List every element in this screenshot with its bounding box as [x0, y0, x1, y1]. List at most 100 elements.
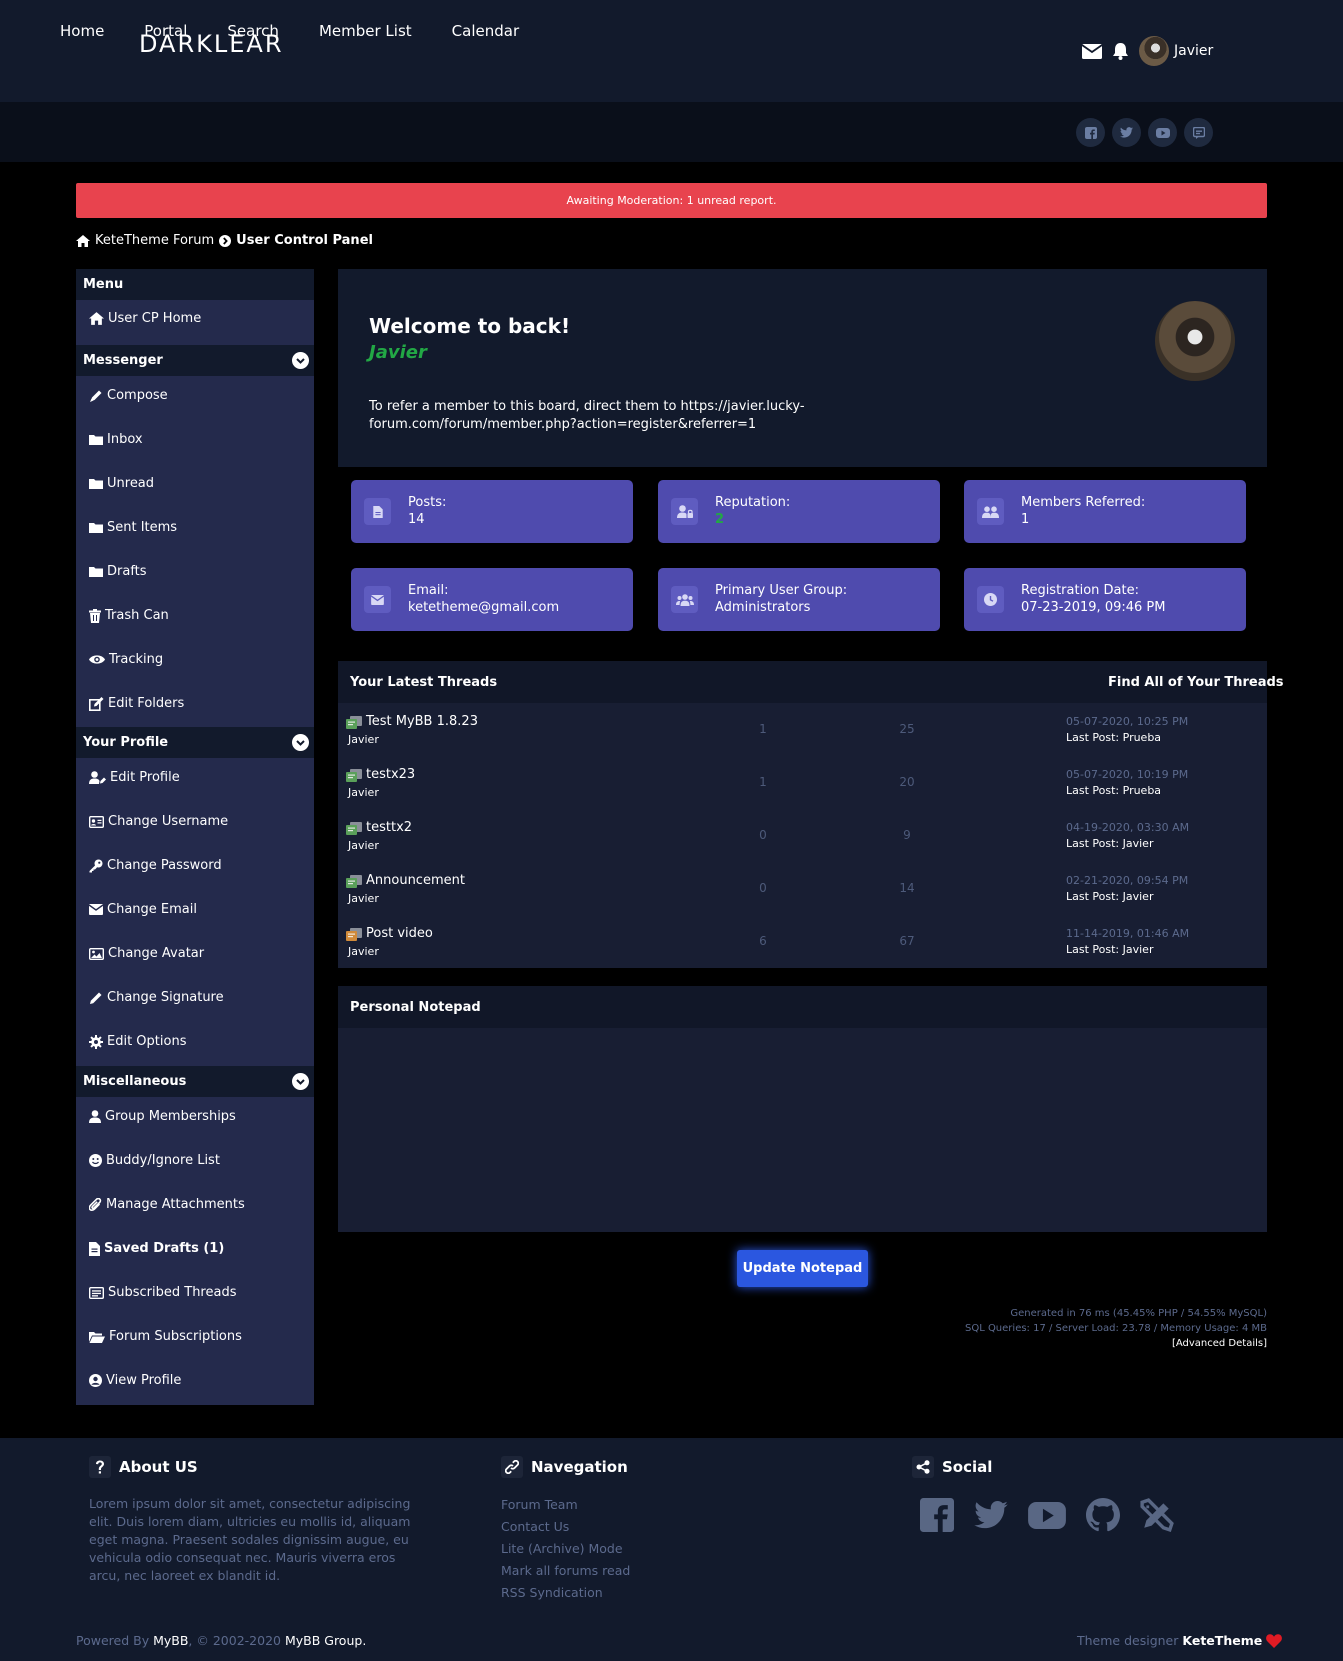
thread-subject-link[interactable]: Test MyBB 1.8.23 [366, 714, 478, 729]
nav-home[interactable]: Home [60, 22, 104, 40]
nav-search[interactable]: Search [227, 22, 279, 40]
thread-replies[interactable]: 1 [738, 775, 788, 789]
thread-hot-status-icon[interactable] [346, 928, 362, 942]
advanced-details-link[interactable]: Advanced Details [1176, 1338, 1263, 1349]
thread-subject-link[interactable]: testtx2 [366, 820, 412, 835]
chevron-down-icon[interactable] [292, 1073, 309, 1090]
sidebar-item-drafts[interactable]: Drafts [89, 564, 147, 579]
notepad-textarea[interactable] [338, 1028, 1267, 1232]
thread-lastpost-date[interactable]: 05-07-2020, 10:25 PM [1066, 715, 1188, 728]
sidebar-item-edit-profile[interactable]: Edit Profile [89, 770, 180, 785]
mybb-group-link[interactable]: MyBB Group. [285, 1633, 366, 1648]
sidebar-item-compose[interactable]: Compose [89, 388, 168, 403]
footer-link-rss[interactable]: RSS Syndication [501, 1585, 603, 1600]
thread-replies[interactable]: 0 [738, 881, 788, 895]
thread-lastpost-user[interactable]: Last Post: Prueba [1066, 784, 1161, 797]
profile-avatar[interactable] [1155, 301, 1235, 381]
chevron-down-icon[interactable] [292, 734, 309, 751]
thread-author-link[interactable]: Javier [348, 839, 379, 852]
thread-author-link[interactable]: Javier [348, 892, 379, 905]
thread-lastpost-date[interactable]: 02-21-2020, 09:54 PM [1066, 874, 1188, 887]
twitter-icon[interactable] [1112, 118, 1141, 147]
footer-link-lite-mode[interactable]: Lite (Archive) Mode [501, 1541, 623, 1556]
youtube-icon[interactable] [1148, 118, 1177, 147]
thread-subject-link[interactable]: Post video [366, 926, 433, 941]
thread-lastpost-user[interactable]: Last Post: Javier [1066, 890, 1153, 903]
find-all-threads-link[interactable]: Find All of Your Threads [1108, 675, 1284, 690]
sidebar-misc-header[interactable]: Miscellaneous [76, 1066, 314, 1097]
footer-link-contact-us[interactable]: Contact Us [501, 1519, 569, 1534]
sidebar-item-usercp-home[interactable]: User CP Home [89, 311, 201, 326]
footer-social-title: Social [942, 1458, 993, 1476]
sidebar-item-change-avatar[interactable]: Change Avatar [89, 946, 204, 961]
designer-link[interactable]: KeteTheme [1182, 1633, 1262, 1648]
sidebar-item-forum-subscriptions[interactable]: Forum Subscriptions [89, 1329, 242, 1344]
update-notepad-button[interactable]: Update Notepad [737, 1250, 868, 1287]
youtube-icon[interactable] [1028, 1501, 1066, 1529]
thread-replies[interactable]: 0 [738, 828, 788, 842]
thread-lastpost-user[interactable]: Last Post: Javier [1066, 837, 1153, 850]
thread-status-icon[interactable] [346, 716, 362, 730]
thread-lastpost-date[interactable]: 05-07-2020, 10:19 PM [1066, 768, 1188, 781]
thread-author-link[interactable]: Javier [348, 786, 379, 799]
sidebar-item-unread[interactable]: Unread [89, 476, 154, 491]
sidebar-item-change-username[interactable]: Change Username [89, 814, 228, 829]
thread-status-icon[interactable] [346, 875, 362, 889]
stat-card-registration-date: Registration Date: 07-23-2019, 09:46 PM [964, 568, 1246, 631]
sidebar-item-sent-items[interactable]: Sent Items [89, 520, 177, 535]
sidebar-item-label: Edit Options [107, 1034, 187, 1049]
thread-lastpost-user[interactable]: Last Post: Prueba [1066, 731, 1161, 744]
thread-lastpost-date[interactable]: 04-19-2020, 03:30 AM [1066, 821, 1189, 834]
sidebar-item-change-password[interactable]: Change Password [89, 858, 222, 873]
chat-icon[interactable] [1184, 118, 1213, 147]
stat-value[interactable]: 2 [715, 512, 724, 527]
moderation-alert[interactable]: Awaiting Moderation: 1 unread report. [76, 183, 1267, 218]
thread-subject-link[interactable]: testx23 [366, 767, 415, 782]
design-tools-icon[interactable] [1140, 1498, 1174, 1532]
sidebar-messenger-header[interactable]: Messenger [76, 345, 314, 376]
nav-member-list[interactable]: Member List [319, 22, 412, 40]
sidebar-item-trash-can[interactable]: Trash Can [89, 608, 169, 623]
mybb-link[interactable]: MyBB [153, 1633, 188, 1648]
facebook-icon[interactable] [1076, 118, 1105, 147]
footer-link-mark-read[interactable]: Mark all forums read [501, 1563, 630, 1578]
github-icon[interactable] [1086, 1498, 1120, 1532]
chevron-down-icon[interactable] [292, 352, 309, 369]
sidebar-item-edit-options[interactable]: Edit Options [89, 1034, 186, 1049]
welcome-username[interactable]: Javier [369, 342, 427, 363]
sidebar-profile-header[interactable]: Your Profile [76, 727, 314, 758]
mail-icon[interactable] [1082, 43, 1102, 59]
sidebar-item-inbox[interactable]: Inbox [89, 432, 143, 447]
thread-replies[interactable]: 6 [738, 934, 788, 948]
nav-calendar[interactable]: Calendar [452, 22, 519, 40]
thread-replies[interactable]: 1 [738, 722, 788, 736]
twitter-icon[interactable] [974, 1501, 1008, 1529]
thread-author-link[interactable]: Javier [348, 733, 379, 746]
thread-status-icon[interactable] [346, 769, 362, 783]
thread-subject-link[interactable]: Announcement [366, 873, 465, 888]
facebook-icon[interactable] [920, 1498, 954, 1532]
bell-icon[interactable] [1112, 42, 1129, 60]
nav-portal[interactable]: Portal [144, 22, 187, 40]
username-link[interactable]: Javier [1174, 43, 1213, 59]
avatar[interactable] [1139, 36, 1169, 66]
thread-lastpost-user[interactable]: Last Post: Javier [1066, 943, 1153, 956]
sidebar-item-buddy-ignore[interactable]: Buddy/Ignore List [89, 1153, 220, 1168]
thread-author-link[interactable]: Javier [348, 945, 379, 958]
sidebar-item-edit-folders[interactable]: Edit Folders [89, 696, 184, 711]
thread-status-icon[interactable] [346, 822, 362, 836]
sidebar-item-tracking[interactable]: Tracking [89, 652, 163, 667]
footer-link-forum-team[interactable]: Forum Team [501, 1497, 578, 1512]
sidebar-item-label: Tracking [109, 652, 164, 667]
link-icon [501, 1456, 523, 1478]
thread-lastpost-date[interactable]: 11-14-2019, 01:46 AM [1066, 927, 1189, 940]
sidebar-item-change-email[interactable]: Change Email [89, 902, 197, 917]
sidebar-item-manage-attachments[interactable]: Manage Attachments [89, 1197, 245, 1212]
sidebar-item-change-signature[interactable]: Change Signature [89, 990, 224, 1005]
breadcrumb-root[interactable]: KeteTheme Forum [95, 233, 214, 248]
sidebar-item-view-profile[interactable]: View Profile [89, 1373, 181, 1388]
sidebar-item-group-memberships[interactable]: Group Memberships [89, 1109, 236, 1124]
sidebar-item-subscribed-threads[interactable]: Subscribed Threads [89, 1285, 236, 1300]
sidebar-item-saved-drafts[interactable]: Saved Drafts (1) [89, 1241, 224, 1256]
sidebar-item-label: Saved Drafts (1) [104, 1241, 225, 1256]
